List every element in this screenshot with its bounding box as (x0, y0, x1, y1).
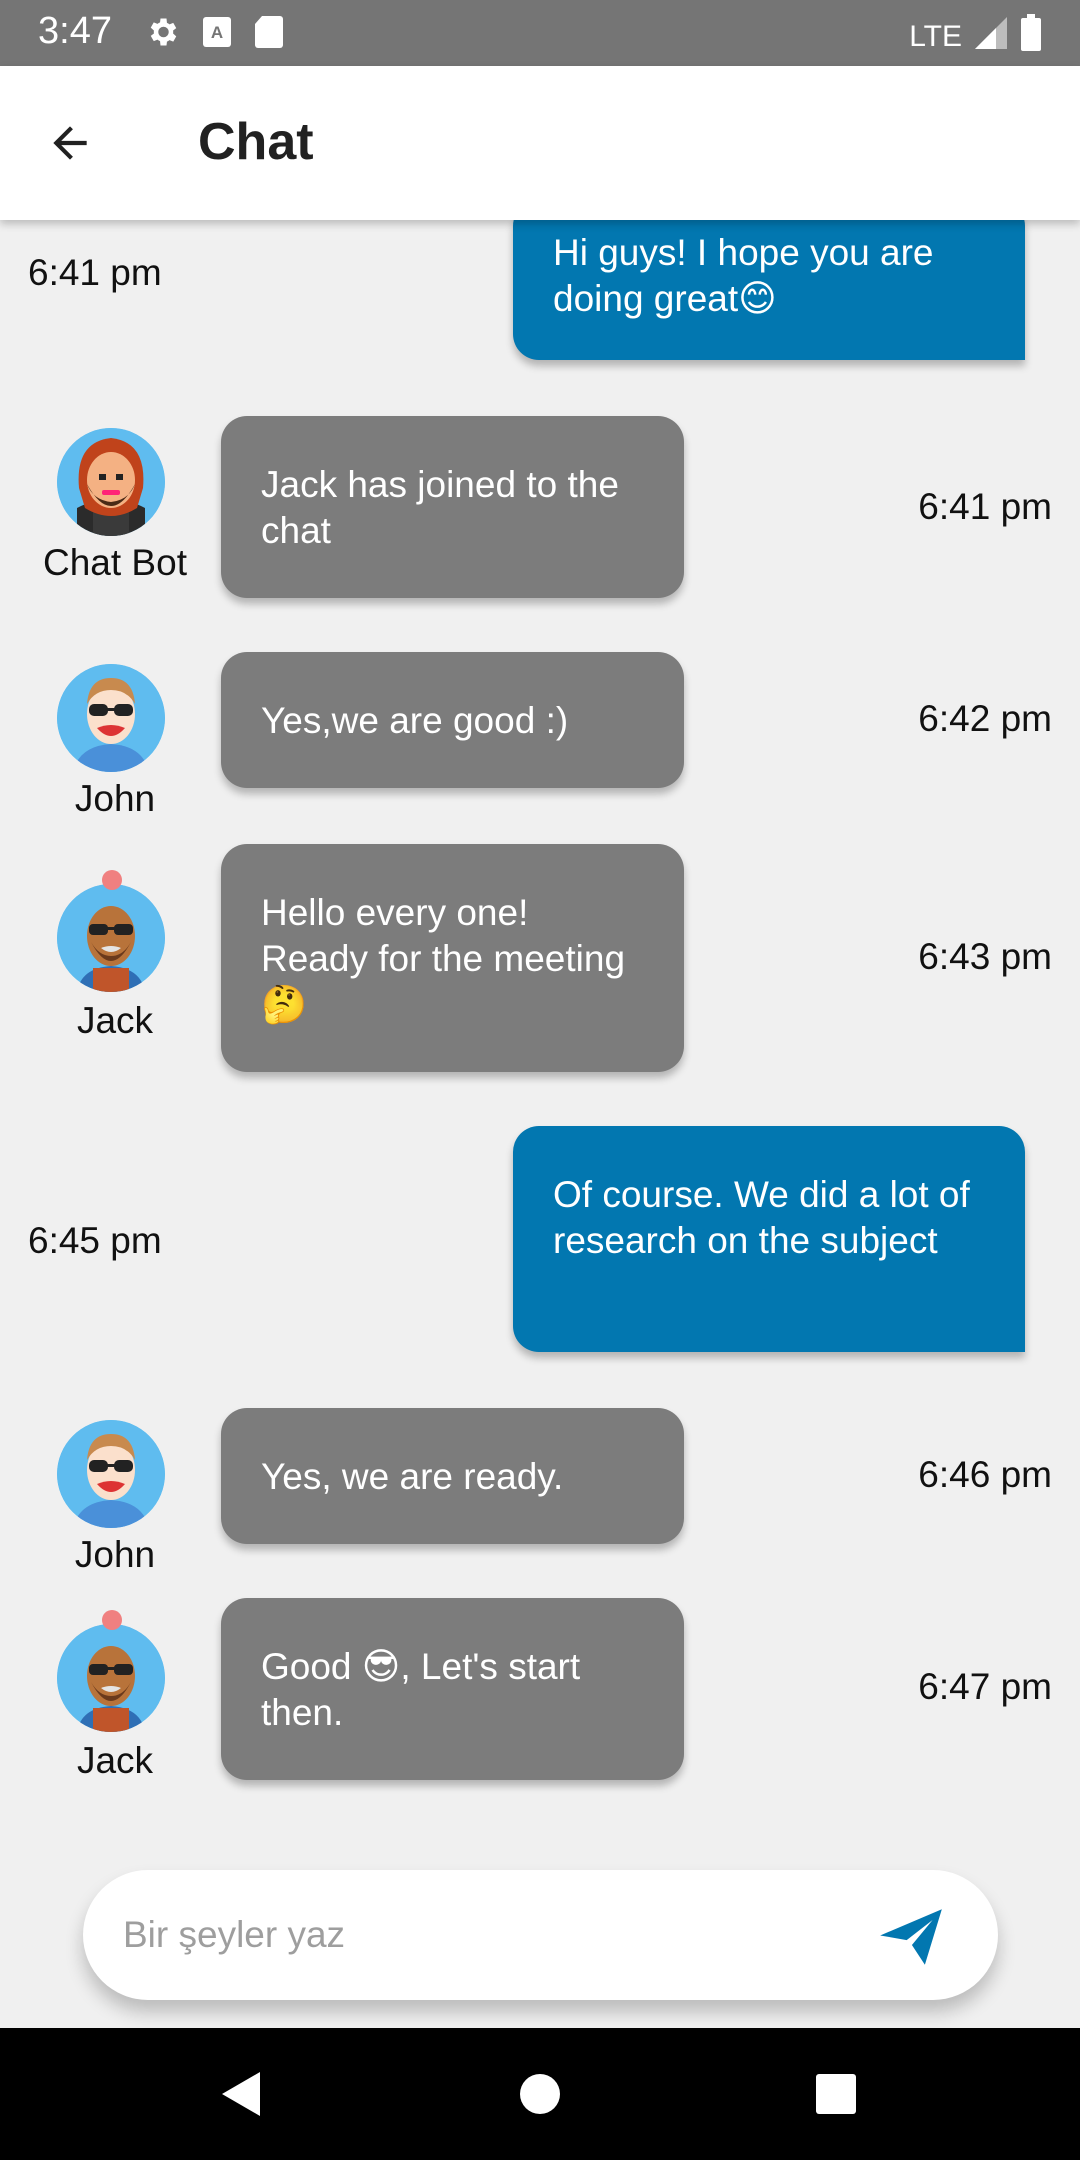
message-time: 6:41 pm (918, 486, 1052, 527)
message-row-outgoing: 6:45 pm Of course. We did a lot of resea… (0, 1126, 1080, 1354)
status-icons: A (144, 14, 284, 55)
status-bar: 3:47 A LTE (0, 0, 1080, 66)
send-icon (880, 1909, 942, 1965)
message-text: Hello every one! Ready for the meeting🤔 (261, 892, 626, 1025)
message-row-outgoing: 6:41 pm Hi guys! I hope you are doing gr… (0, 220, 1080, 360)
message-bubble-incoming[interactable]: Hello every one! Ready for the meeting🤔 (221, 844, 684, 1072)
svg-text:A: A (211, 23, 223, 42)
message-bubble-incoming[interactable]: Yes, we are ready. (221, 1408, 684, 1544)
sender-name: John (74, 1534, 156, 1575)
message-row-incoming: John Yes, we are ready. 6:46 pm (0, 1408, 1080, 1575)
man-bun-avatar-icon (57, 1624, 165, 1732)
message-list[interactable]: 6:41 pm Hi guys! I hope you are doing gr… (0, 220, 1080, 1846)
status-right: LTE (909, 14, 1042, 60)
bearded-man-avatar-icon (57, 428, 165, 536)
message-input[interactable] (123, 1900, 863, 1970)
message-row-incoming: Chat Bot Jack has joined to the chat 6:4… (0, 416, 1080, 616)
message-row-incoming: Jack Hello every one! Ready for the meet… (0, 844, 1080, 1074)
message-text: Of course. We did a lot of research on t… (553, 1174, 970, 1261)
message-text: Hi guys! I hope you are doing great😊 (553, 232, 934, 319)
message-time: 6:45 pm (28, 1220, 162, 1261)
sd-card-icon (254, 15, 284, 54)
message-text: Good 😎, Let's start then. (261, 1646, 581, 1733)
system-nav-bar (0, 2028, 1080, 2160)
avatar-jack[interactable] (57, 1624, 165, 1732)
man-sunglasses-avatar-icon (57, 664, 165, 772)
arrow-back-icon (53, 126, 87, 160)
nav-recents-icon[interactable] (810, 2068, 862, 2120)
message-bubble-incoming[interactable]: Yes,we are good :) (221, 652, 684, 788)
message-bubble-incoming[interactable]: Jack has joined to the chat (221, 416, 684, 598)
page-title: Chat (198, 113, 314, 171)
message-bubble-outgoing[interactable]: Hi guys! I hope you are doing great😊 (513, 220, 1025, 360)
man-bun-avatar-icon (57, 884, 165, 992)
back-button[interactable] (38, 111, 102, 175)
message-text: Yes, we are ready. (261, 1456, 564, 1497)
send-button[interactable] (874, 1900, 948, 1974)
network-label: LTE (909, 20, 962, 53)
message-text: Jack has joined to the chat (261, 464, 619, 551)
signal-icon (974, 16, 1008, 58)
message-time: 6:43 pm (918, 936, 1052, 977)
message-time: 6:47 pm (918, 1666, 1052, 1707)
app-bar: Chat (0, 66, 1080, 220)
nav-home-icon[interactable] (514, 2068, 566, 2120)
sender-name: Jack (76, 1740, 154, 1781)
avatar-jack[interactable] (57, 884, 165, 992)
battery-icon (1020, 14, 1042, 60)
message-row-incoming: Jack Good 😎, Let's start then. 6:47 pm (0, 1598, 1080, 1798)
man-sunglasses-avatar-icon (57, 1420, 165, 1528)
message-row-incoming: John Yes,we are good :) 6:42 pm (0, 652, 1080, 819)
keyboard-icon: A (202, 16, 232, 53)
message-bubble-incoming[interactable]: Good 😎, Let's start then. (221, 1598, 684, 1780)
message-time: 6:42 pm (918, 698, 1052, 739)
nav-back-icon[interactable] (216, 2068, 268, 2120)
avatar-john[interactable] (57, 1420, 165, 1528)
avatar-john[interactable] (57, 664, 165, 772)
avatar-bot[interactable] (57, 428, 165, 536)
sender-name: Jack (76, 1000, 154, 1041)
sender-name: Chat Bot (43, 542, 187, 583)
message-text: Yes,we are good :) (261, 700, 569, 741)
message-time: 6:46 pm (918, 1454, 1052, 1495)
status-time: 3:47 (38, 10, 112, 52)
hair-bun-decoration (102, 1610, 122, 1630)
sender-name: John (74, 778, 156, 819)
message-composer (83, 1870, 998, 2000)
message-time: 6:41 pm (28, 252, 162, 293)
hair-bun-decoration (102, 870, 122, 890)
settings-icon (144, 14, 180, 55)
message-bubble-outgoing[interactable]: Of course. We did a lot of research on t… (513, 1126, 1025, 1352)
